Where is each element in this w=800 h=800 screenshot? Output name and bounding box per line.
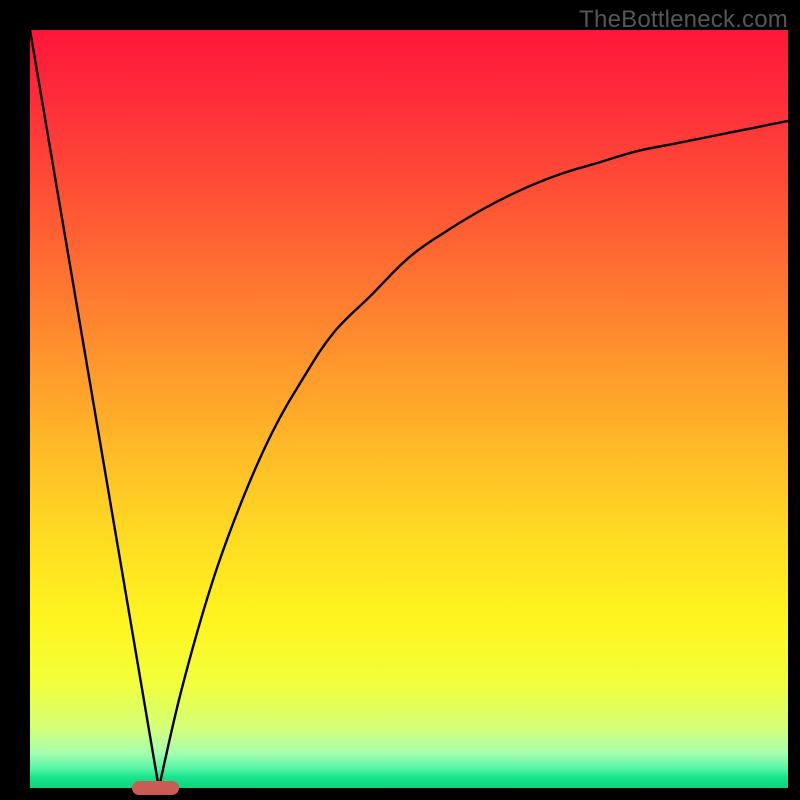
bottleneck-curve [30,30,788,788]
optimal-marker [132,781,179,795]
plot-area [30,30,788,788]
curve-right-branch [159,121,788,788]
curve-left-branch [30,30,159,788]
chart-container: TheBottleneck.com [0,0,800,800]
watermark-text: TheBottleneck.com [579,6,788,34]
